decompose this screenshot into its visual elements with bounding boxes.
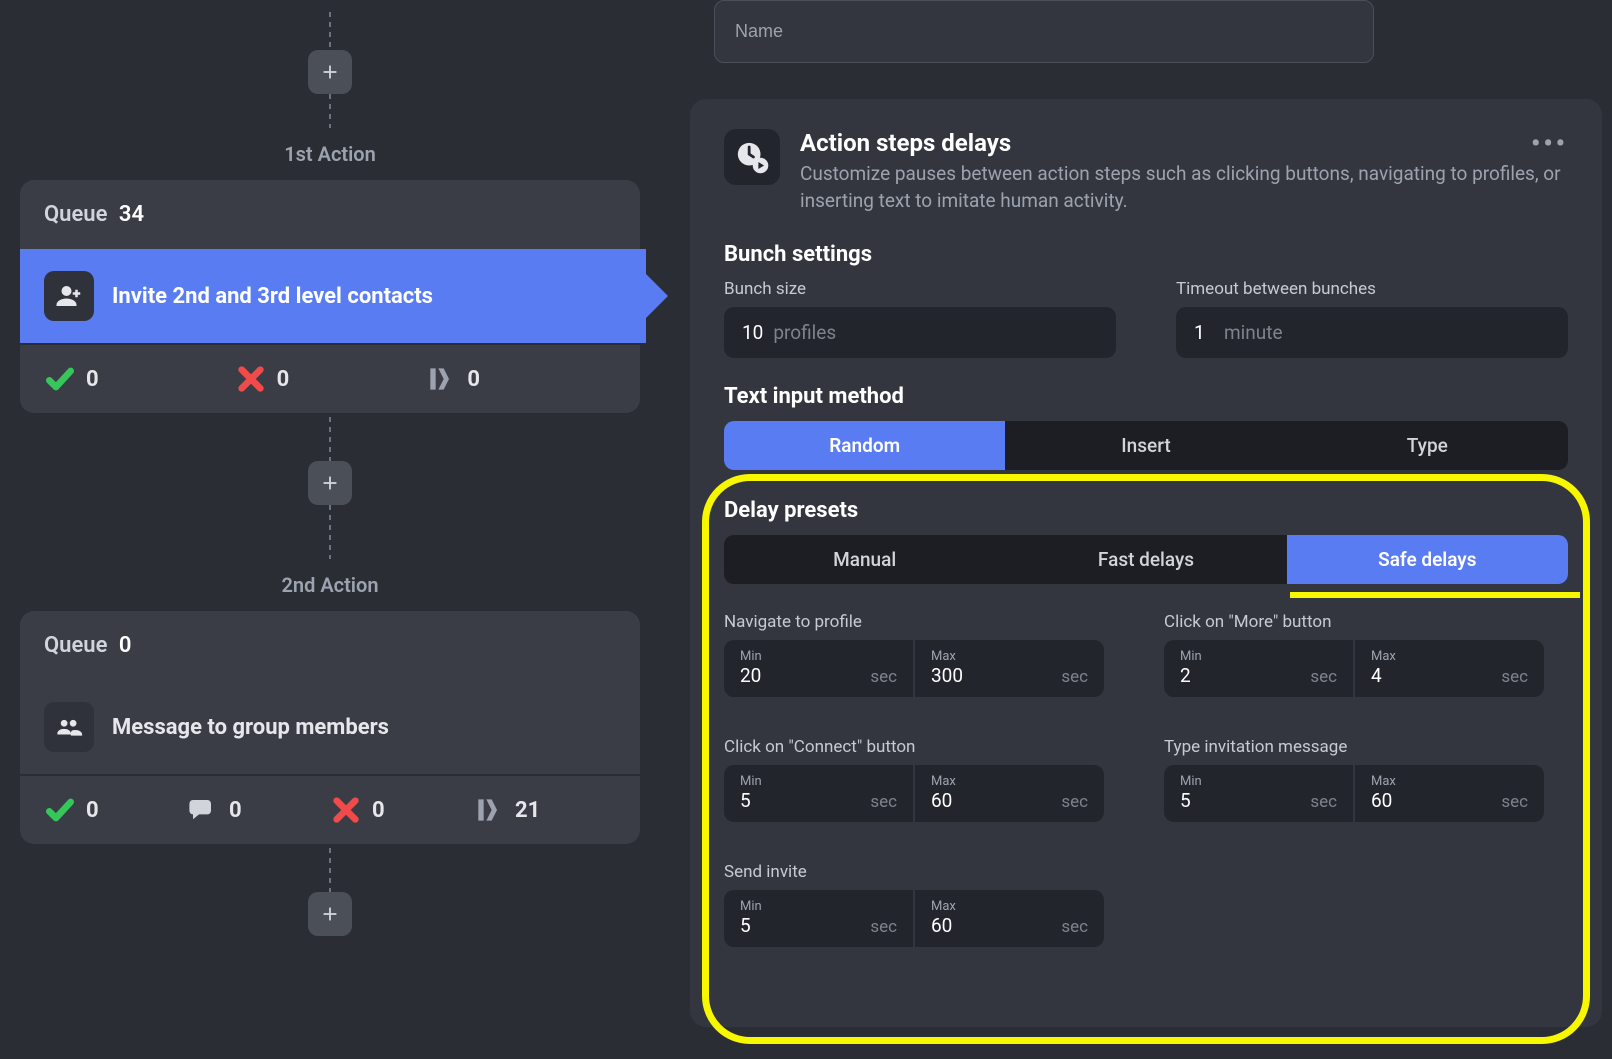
queue-count: 34 xyxy=(119,202,144,227)
delay-max-input[interactable]: Max 60sec xyxy=(1355,765,1544,822)
delay-type-invitation: Type invitation message Min 5sec Max 60s… xyxy=(1164,737,1544,822)
x-icon xyxy=(330,794,362,826)
check-icon xyxy=(44,363,76,395)
preset-fast[interactable]: Fast delays xyxy=(1005,535,1286,584)
delay-max-input[interactable]: Max 300sec xyxy=(915,640,1104,697)
bunch-settings-heading: Bunch settings xyxy=(724,242,1568,267)
delay-min-input[interactable]: Min 5sec xyxy=(724,765,913,822)
text-method-type[interactable]: Type xyxy=(1287,421,1568,470)
delay-max-input[interactable]: Max 60sec xyxy=(915,890,1104,947)
preset-manual[interactable]: Manual xyxy=(724,535,1005,584)
skipped-icon xyxy=(473,794,505,826)
bunch-size-label: Bunch size xyxy=(724,279,1116,299)
preset-safe[interactable]: Safe delays xyxy=(1287,535,1568,584)
text-method-insert[interactable]: Insert xyxy=(1005,421,1286,470)
stat-success: 0 xyxy=(44,794,187,826)
stat-success: 0 xyxy=(44,363,235,395)
group-message-icon xyxy=(44,702,94,752)
connector-line xyxy=(329,94,331,128)
queue-label: Queue xyxy=(44,633,107,658)
stat-replies: 0 xyxy=(187,794,330,826)
action-item-label: Message to group members xyxy=(112,715,389,740)
delay-min-input[interactable]: Min 5sec xyxy=(724,890,913,947)
action-item-message[interactable]: Message to group members xyxy=(20,680,640,774)
clock-play-icon xyxy=(724,129,780,185)
text-method-random[interactable]: Random xyxy=(724,421,1005,470)
timeout-label: Timeout between bunches xyxy=(1176,279,1568,299)
add-step-button-1[interactable] xyxy=(308,50,352,94)
action-steps-delays-panel: ••• Action steps delays Customize pauses… xyxy=(690,99,1602,1027)
action-card-2: Queue 0 Message to group members 0 0 0 xyxy=(20,611,640,844)
stat-skipped: 21 xyxy=(473,794,616,826)
action-heading-1: 1st Action xyxy=(0,142,660,166)
plus-icon xyxy=(319,61,341,83)
text-input-method-segmented: Random Insert Type xyxy=(724,421,1568,470)
panel-description: Customize pauses between action steps su… xyxy=(800,161,1568,214)
queue-label: Queue xyxy=(44,202,107,227)
connector-line xyxy=(329,417,331,461)
delay-navigate-to-profile: Navigate to profile Min 20sec Max 300sec xyxy=(724,612,1104,697)
timeout-input[interactable]: 1 minute xyxy=(1176,307,1568,358)
skipped-icon xyxy=(425,363,457,395)
queue-count: 0 xyxy=(119,633,132,658)
delay-send-invite: Send invite Min 5sec Max 60sec xyxy=(724,862,1104,947)
stats-row-2: 0 0 0 21 xyxy=(20,774,640,844)
delay-max-input[interactable]: Max 4sec xyxy=(1355,640,1544,697)
chat-icon xyxy=(187,794,219,826)
delay-min-input[interactable]: Min 5sec xyxy=(1164,765,1353,822)
delay-presets-heading: Delay presets xyxy=(724,498,1568,523)
add-step-button-3[interactable] xyxy=(308,892,352,936)
check-icon xyxy=(44,794,76,826)
add-step-button-2[interactable] xyxy=(308,461,352,505)
person-add-icon xyxy=(44,271,94,321)
x-icon xyxy=(235,363,267,395)
delay-min-input[interactable]: Min 2sec xyxy=(1164,640,1353,697)
delay-max-input[interactable]: Max 60sec xyxy=(915,765,1104,822)
delay-min-input[interactable]: Min 20sec xyxy=(724,640,913,697)
connector-line xyxy=(329,848,331,892)
action-item-invite[interactable]: Invite 2nd and 3rd level contacts xyxy=(20,249,646,343)
more-menu-button[interactable]: ••• xyxy=(1531,129,1568,159)
connector-line xyxy=(329,505,331,559)
queue-header-1: Queue 34 xyxy=(20,180,640,249)
stat-skipped: 0 xyxy=(425,363,616,395)
bunch-size-input[interactable]: 10 profiles xyxy=(724,307,1116,358)
plus-icon xyxy=(319,903,341,925)
delay-click-more: Click on "More" button Min 2sec Max 4sec xyxy=(1164,612,1544,697)
queue-header-2: Queue 0 xyxy=(20,611,640,680)
stat-fail: 0 xyxy=(330,794,473,826)
delay-presets-segmented: Manual Fast delays Safe delays xyxy=(724,535,1568,584)
settings-panel: ••• Action steps delays Customize pauses… xyxy=(690,0,1602,1059)
delay-grid: Navigate to profile Min 20sec Max 300sec… xyxy=(724,612,1568,947)
delay-click-connect: Click on "Connect" button Min 5sec Max 6… xyxy=(724,737,1104,822)
action-item-label: Invite 2nd and 3rd level contacts xyxy=(112,284,433,309)
plus-icon xyxy=(319,472,341,494)
stat-fail: 0 xyxy=(235,363,426,395)
action-heading-2: 2nd Action xyxy=(0,573,660,597)
stats-row-1: 0 0 0 xyxy=(20,343,640,413)
name-input[interactable] xyxy=(714,0,1374,63)
text-input-method-heading: Text input method xyxy=(724,384,1568,409)
workflow-panel: 1st Action Queue 34 Invite 2nd and 3rd l… xyxy=(0,0,660,1059)
panel-title: Action steps delays xyxy=(800,129,1568,157)
connector-line xyxy=(329,12,331,50)
action-card-1: Queue 34 Invite 2nd and 3rd level contac… xyxy=(20,180,640,413)
